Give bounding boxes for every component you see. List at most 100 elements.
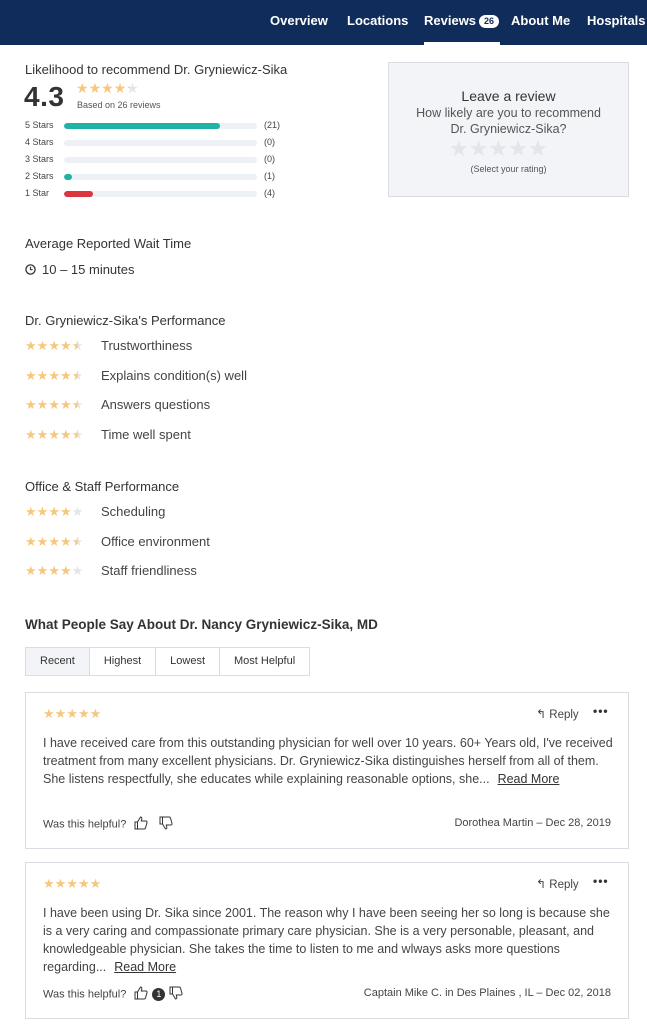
sort-tab-lowest[interactable]: Lowest [156,648,221,675]
star-icon: ★ [77,706,90,721]
recommend-heading: Likelihood to recommend Dr. Gryniewicz-S… [25,62,288,77]
based-on-text: Based on 26 reviews [77,100,161,110]
reply-button[interactable]: ↰ Reply [536,707,579,721]
tab-about-me[interactable]: About Me [511,0,570,45]
thumbs-up-icon[interactable] [133,815,149,834]
helpful-label: Was this helpful? [43,988,127,1001]
overall-star-rating: ★ ★ ★ ★ ★ [76,81,139,95]
more-options-button[interactable]: ••• [593,874,609,888]
star-icon: ★ [25,367,37,383]
star-icon: ★ [59,563,72,578]
distribution-label: 1 Star [25,188,50,198]
star-icon: ★ [48,533,60,549]
sort-tab-recent[interactable]: Recent [26,648,90,675]
distribution-count: (0) [264,154,275,164]
reply-button[interactable]: ↰ Reply [536,877,579,891]
star-icon: ★ [43,706,55,721]
distribution-label: 3 Stars [25,154,54,164]
helpful-row: Was this helpful? 1 [43,985,184,1004]
distribution-bar [64,123,257,129]
star-icon: ★ [113,80,127,96]
select-rating-stars[interactable]: ★ ★ ★ ★ ★ [449,138,548,160]
distribution-bar-fill [64,191,93,197]
tab-locations[interactable]: Locations [347,0,408,45]
review-card: ★ ★ ★ ★ ★ ↰ Reply ••• I have received care f… [25,692,629,849]
star-icon: ★ [25,504,37,519]
metric-label: Time well spent [101,426,191,442]
metric-star-rating: ★ ★ ★ ★ ★ [25,505,83,518]
star-icon: ★ [48,426,60,442]
metric-star-rating: ★ ★ ★ ★ ★ [25,369,83,382]
star-icon: ★ [101,80,114,96]
star-icon: ★ [59,533,72,549]
star-icon: ★ [36,338,49,353]
star-icon: ★ [77,876,90,891]
star-icon: ★ [88,80,102,96]
metric-label: Answers questions [101,397,211,412]
reply-label: Reply [549,709,579,721]
star-icon: ★ [36,563,49,578]
sort-tab-highest[interactable]: Highest [90,648,157,675]
star-icon: ★ [25,533,37,549]
metric-star-rating: ★ ★ ★ ★ ★ [25,564,83,577]
star-icon: ★ [488,136,509,161]
star-icon: ★ [71,367,84,383]
star-icon: ★ [71,533,84,549]
clock-icon [25,263,36,278]
star-icon: ★ [66,706,78,721]
tab-reviews-label: Reviews [424,13,477,28]
distribution-label: 4 Stars [25,137,54,147]
star-icon: ★ [48,504,60,519]
thumbs-down-icon[interactable] [168,985,184,1004]
helpful-row: Was this helpful? [43,815,174,834]
review-star-rating: ★ ★ ★ ★ ★ [43,707,101,720]
more-options-button[interactable]: ••• [593,704,609,718]
star-icon: ★ [54,706,67,721]
star-icon: ★ [59,426,72,442]
star-icon: ★ [36,397,49,412]
star-icon: ★ [76,80,89,96]
performance-heading: Dr. Gryniewicz-Sika's Performance [25,313,226,328]
distribution-count: (1) [264,171,275,181]
star-icon: ★ [36,533,49,549]
leave-review-question: How likely are you to recommend Dr. Gryn… [416,106,601,136]
review-author-date: Dorothea Martin – Dec 28, 2019 [454,817,611,829]
metric-star-rating: ★ ★ ★ ★ ★ [25,535,83,548]
star-icon: ★ [89,706,102,721]
thumbs-up-icon[interactable] [133,985,149,1004]
reviews-count-badge: 26 [479,15,500,28]
metric-star-rating: ★ ★ ★ ★ ★ [25,339,83,352]
distribution-label: 5 Stars [25,120,54,130]
tab-hospitals[interactable]: Hospitals [587,0,646,45]
metric-label: Office environment [101,533,210,549]
reply-label: Reply [549,879,579,891]
star-icon: ★ [25,563,37,578]
tab-reviews[interactable]: Reviews 26 [424,0,501,45]
star-icon: ★ [25,426,37,442]
sort-tabs: Recent Highest Lowest Most Helpful [25,647,311,676]
star-icon: ★ [59,504,72,519]
tab-overview[interactable]: Overview [270,0,328,45]
review-author-date: Captain Mike C. in Des Plaines , IL – De… [363,987,611,999]
star-icon: ★ [449,136,469,161]
star-icon: ★ [71,563,84,578]
wait-time-heading: Average Reported Wait Time [25,236,192,251]
star-icon: ★ [59,397,72,412]
metric-label: Trustworthiness [101,338,193,353]
distribution-count: (0) [264,137,275,147]
star-icon: ★ [25,338,37,353]
read-more-link[interactable]: Read More [498,772,560,786]
thumbs-down-icon[interactable] [158,815,174,834]
star-icon: ★ [508,136,528,161]
review-star-rating: ★ ★ ★ ★ ★ [43,877,101,890]
read-more-link[interactable]: Read More [114,960,176,974]
sort-tab-most-helpful[interactable]: Most Helpful [220,648,309,675]
star-icon: ★ [66,876,78,891]
leave-review-title: Leave a review [461,88,556,104]
distribution-bar [64,174,257,180]
metric-label: Scheduling [101,504,166,519]
star-icon: ★ [36,504,49,519]
star-icon: ★ [36,367,49,383]
star-icon: ★ [126,80,139,96]
office-heading: Office & Staff Performance [25,479,180,494]
